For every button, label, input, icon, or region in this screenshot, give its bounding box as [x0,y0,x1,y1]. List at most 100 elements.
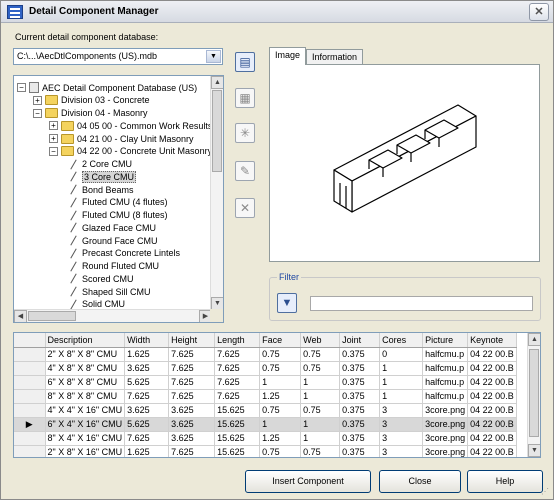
column-header[interactable]: Height [168,333,216,348]
table-cell[interactable]: 04 22 00.B [467,375,517,390]
table-cell[interactable]: 0.75 [259,347,302,362]
tab-information[interactable]: Information [306,49,364,65]
database-select[interactable]: C:\...\AecDtlComponents (US).mdb ▼ [13,48,223,65]
table-cell[interactable]: halfcmu.p [422,347,469,362]
table-cell[interactable]: 2" X 8" X 8" CMU [45,347,126,362]
table-cell[interactable]: 0.75 [300,445,341,457]
table-cell[interactable]: 3.625 [168,417,216,432]
scroll-left-icon[interactable]: ◀ [14,310,27,322]
table-cell[interactable]: 1.25 [259,389,302,404]
table-cell[interactable]: 0.75 [300,403,341,418]
expand-icon[interactable]: + [49,121,58,131]
table-row[interactable]: 2" X 8" X 16" CMU 1.625 7.625 15.625 0.75 0.7… [14,445,517,457]
table-cell[interactable]: 7.625 [214,375,261,390]
column-header[interactable]: Length [214,333,261,348]
table-cell[interactable]: 04 22 00.B [467,431,517,446]
delete-component-button[interactable]: ✕ [235,198,255,218]
table-cell[interactable]: 0.75 [300,347,341,362]
table-cell[interactable]: 7.625 [124,431,170,446]
table-cell[interactable]: 3.625 [168,403,216,418]
tree-item[interactable]: − 04 22 00 - Concrete Unit Masonry [49,145,212,158]
insert-component-button[interactable]: Insert Component [245,470,371,493]
component-table[interactable]: Description Width Height Length Face Web Joint… [13,332,541,458]
table-cell[interactable]: 1 [259,375,302,390]
tree-item[interactable]: Fluted CMU (8 flutes) [69,209,168,222]
collapse-icon[interactable]: − [33,108,42,118]
tree-vertical-scrollbar[interactable]: ▲ ▼ [210,76,223,310]
table-cell[interactable]: 3core.png [422,445,469,457]
chevron-down-icon[interactable]: ▼ [206,50,221,63]
table-cell[interactable]: 8" X 4" X 16" CMU [45,431,126,446]
table-cell[interactable]: 3 [379,403,424,418]
tree-hscroll-thumb[interactable] [28,311,76,321]
column-header[interactable]: Picture [422,333,469,348]
row-selector[interactable] [14,445,46,457]
table-cell[interactable]: 1.25 [259,431,302,446]
table-cell[interactable]: 0.375 [339,445,381,457]
table-cell[interactable]: halfcmu.p [422,361,469,376]
table-cell[interactable]: 0.375 [339,347,381,362]
expand-icon[interactable]: + [33,95,42,105]
table-cell[interactable]: halfcmu.p [422,389,469,404]
table-cell[interactable]: 04 22 00.B [467,389,517,404]
table-row[interactable]: 4" X 4" X 16" CMU 3.625 3.625 15.625 0.75 0.7… [14,403,517,418]
table-cell[interactable]: 04 22 00.B [467,347,517,362]
table-cell[interactable]: 5.625 [124,417,170,432]
table-cell[interactable]: 15.625 [214,431,261,446]
table-cell[interactable]: 4" X 8" X 8" CMU [45,361,126,376]
filter-input[interactable] [310,296,533,311]
table-cell[interactable]: 0.375 [339,361,381,376]
table-cell[interactable]: 3.625 [168,431,216,446]
row-selector[interactable] [14,389,46,404]
table-cell[interactable]: 7.625 [214,389,261,404]
tree-item[interactable]: Fluted CMU (4 flutes) [69,196,168,209]
column-header[interactable]: Width [124,333,170,348]
table-cell[interactable]: 6" X 4" X 16" CMU [45,417,126,432]
row-selector[interactable] [14,361,46,376]
table-row[interactable]: 6" X 8" X 8" CMU 5.625 7.625 7.625 1 1 0.375 1 h… [14,375,517,390]
table-cell[interactable]: 1.625 [124,347,170,362]
tree-item[interactable]: +04 05 00 - Common Work Results [49,119,212,132]
table-cell[interactable]: 8" X 8" X 8" CMU [45,389,126,404]
help-button[interactable]: Help [467,470,543,493]
column-header[interactable]: Joint [339,333,381,348]
close-window-button[interactable]: ✕ [529,3,549,21]
table-cell[interactable]: 15.625 [214,417,261,432]
table-cell[interactable]: 3 [379,417,424,432]
table-cell[interactable]: 7.625 [168,389,216,404]
table-cell[interactable]: 4" X 4" X 16" CMU [45,403,126,418]
row-header-corner[interactable] [14,333,46,348]
table-cell[interactable]: 0.75 [259,445,302,457]
tree-item[interactable]: Scored CMU [69,272,134,285]
tree-item[interactable]: Glazed Face CMU [69,221,156,234]
tree-item[interactable]: Round Fluted CMU [69,260,159,273]
table-cell[interactable]: 0.75 [259,361,302,376]
table-cell[interactable]: 1 [379,361,424,376]
table-scroll-up-icon[interactable]: ▲ [528,333,540,346]
table-cell[interactable]: 1 [379,375,424,390]
table-cell[interactable]: 0.375 [339,417,381,432]
tree-item[interactable]: 2 Core CMU [69,158,132,171]
table-row[interactable]: ▶ 6" X 4" X 16" CMU 5.625 3.625 15.625 1 1 0.37… [14,417,517,432]
table-cell[interactable]: 04 22 00.B [467,445,517,457]
table-cell[interactable]: 0.375 [339,403,381,418]
table-cell[interactable]: 0.375 [339,431,381,446]
table-cell[interactable]: 1 [300,389,341,404]
table-cell[interactable]: 3core.png [422,417,469,432]
tree-item[interactable]: 3 Core CMU [69,170,137,183]
tree-scroll-thumb[interactable] [212,90,222,172]
table-cell[interactable]: 0.75 [259,403,302,418]
tree-item[interactable]: Precast Concrete Lintels [69,247,180,260]
table-row[interactable]: 4" X 8" X 8" CMU 3.625 7.625 7.625 0.75 0.75 0… [14,361,517,376]
table-row[interactable]: 8" X 4" X 16" CMU 7.625 3.625 15.625 1.25 1 0.… [14,431,517,446]
collapse-icon[interactable]: − [49,146,58,156]
table-cell[interactable]: 1 [379,389,424,404]
new-component-button[interactable]: ▦ [235,88,255,108]
tree-item[interactable]: − Division 04 - Masonry [33,107,148,120]
table-scroll-thumb[interactable] [529,349,539,437]
table-cell[interactable]: 1 [300,417,341,432]
table-cell[interactable]: 7.625 [214,361,261,376]
tree-item[interactable]: Shaped Sill CMU [69,285,151,298]
resize-grip-icon[interactable]: ⋰ [541,487,551,497]
table-cell[interactable]: 15.625 [214,403,261,418]
